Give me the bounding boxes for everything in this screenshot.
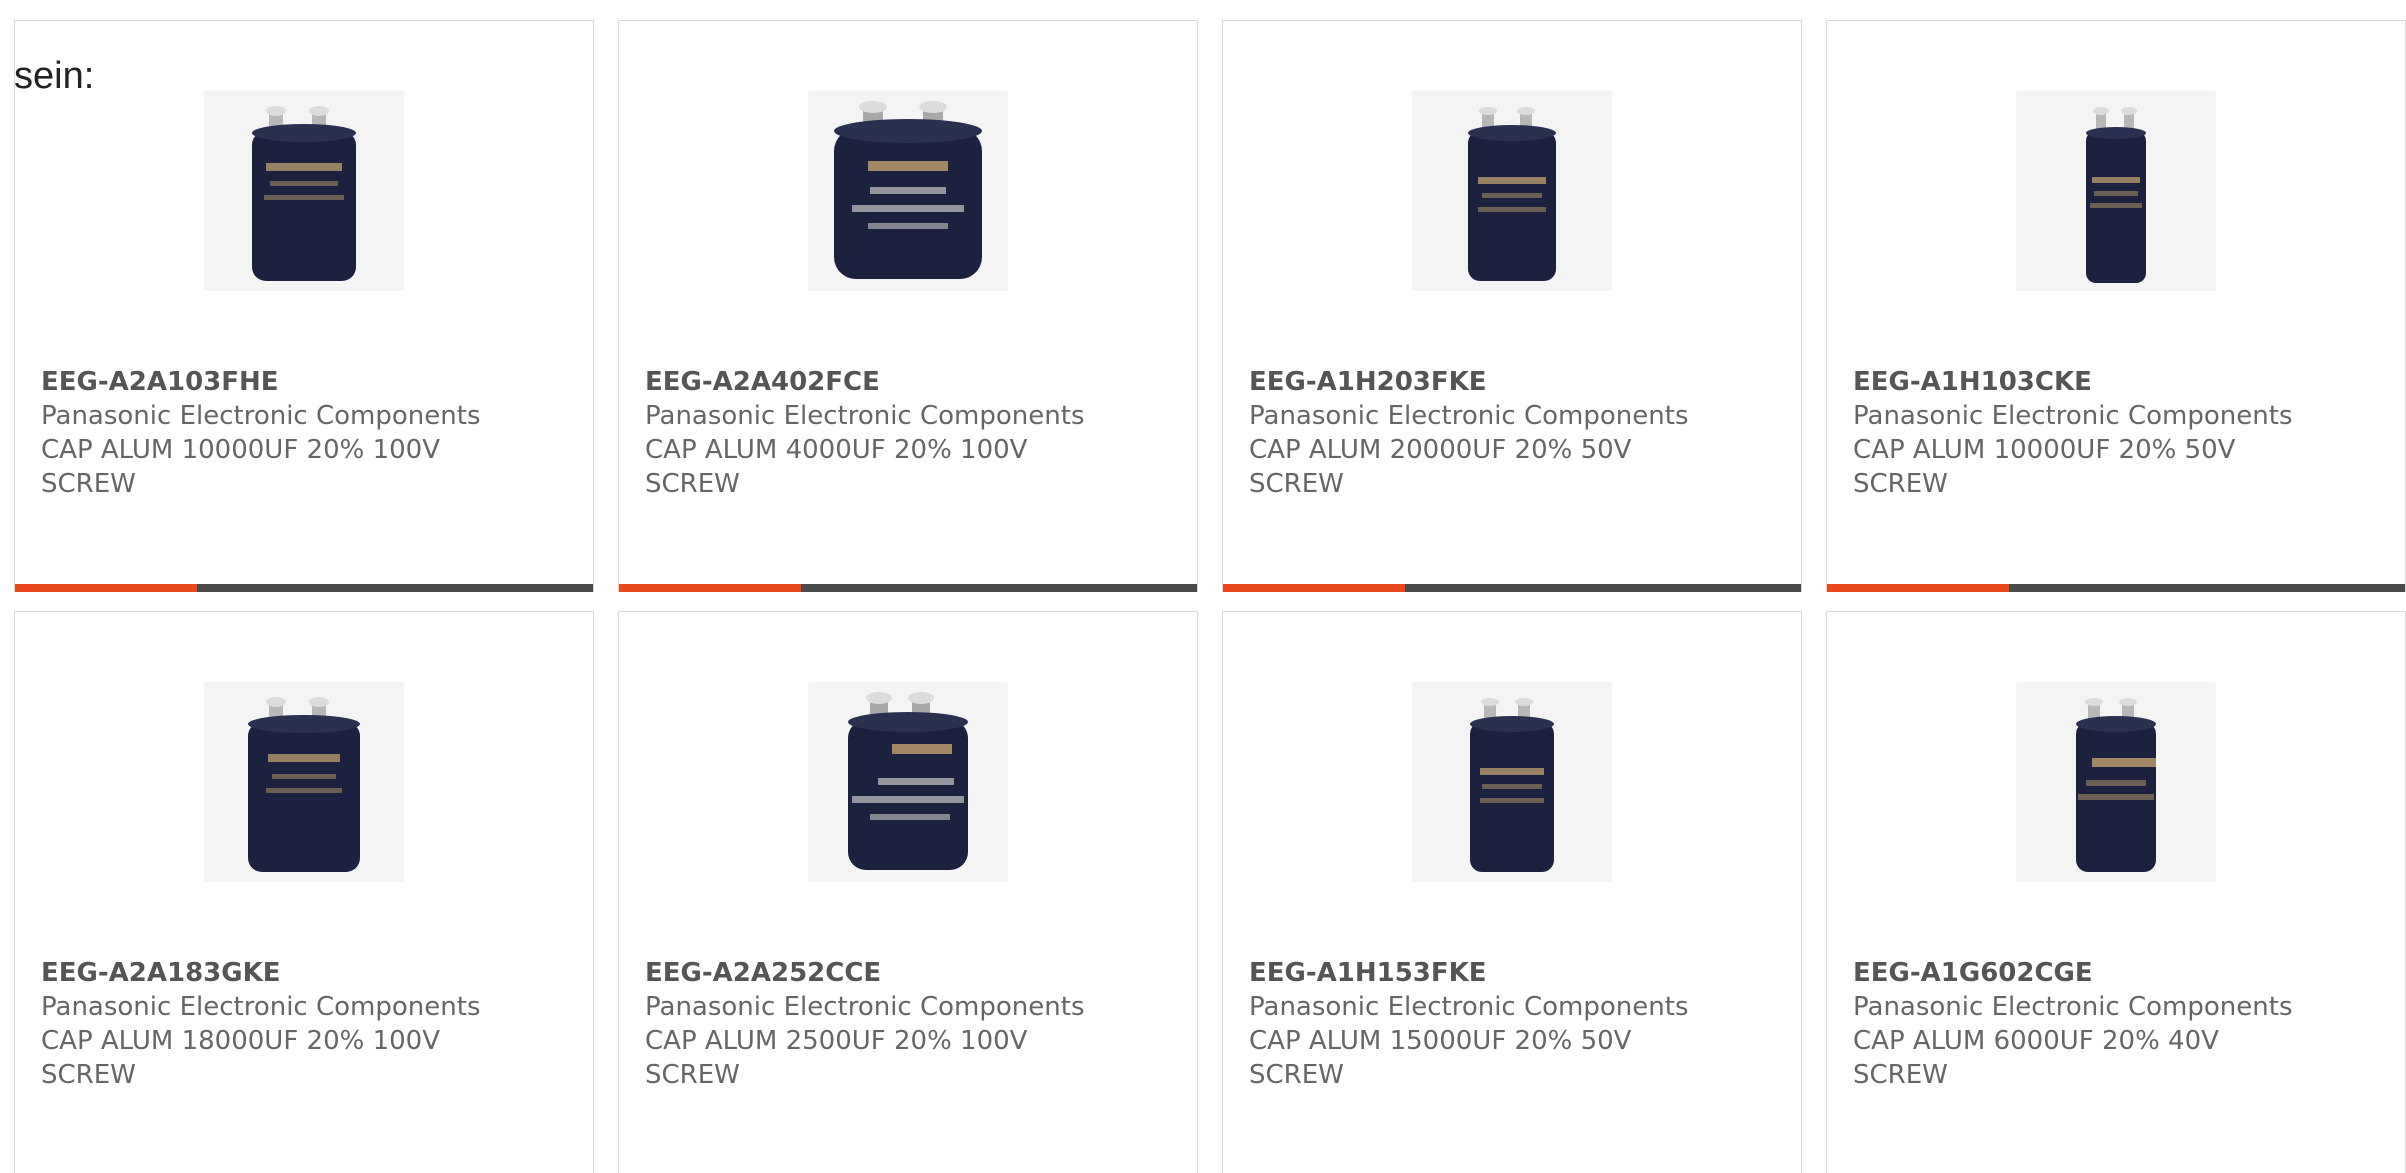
card-bottom-bar	[1223, 584, 1801, 592]
manufacturer: Panasonic Electronic Components	[645, 992, 1085, 1022]
part-number[interactable]: EEG-A2A103FHE	[41, 365, 573, 399]
product-card[interactable]: EEG-A1G602CGE Panasonic Electronic Compo…	[1826, 611, 2406, 1173]
capacitor-image[interactable]	[204, 91, 404, 291]
product-card[interactable]: EEG-A2A183GKE Panasonic Electronic Compo…	[14, 611, 594, 1173]
description: CAP ALUM 4000UF 20% 100V SCREW	[645, 435, 1028, 499]
product-card[interactable]: EEG-A2A252CCE Panasonic Electronic Compo…	[618, 611, 1198, 1173]
product-card[interactable]: EEG-A1H153FKE Panasonic Electronic Compo…	[1222, 611, 1802, 1173]
manufacturer: Panasonic Electronic Components	[1249, 401, 1689, 431]
product-info: EEG-A2A183GKE Panasonic Electronic Compo…	[41, 956, 573, 1092]
manufacturer: Panasonic Electronic Components	[1249, 992, 1689, 1022]
part-number[interactable]: EEG-A2A402FCE	[645, 365, 1177, 399]
description: CAP ALUM 6000UF 20% 40V SCREW	[1853, 1026, 2219, 1090]
card-accent	[1827, 584, 2009, 592]
capacitor-image[interactable]	[808, 91, 1008, 291]
description: CAP ALUM 10000UF 20% 50V SCREW	[1853, 435, 2236, 499]
capacitor-icon	[1468, 107, 1556, 281]
card-bottom-bar	[1827, 584, 2405, 592]
part-number[interactable]: EEG-A1G602CGE	[1853, 956, 2385, 990]
part-number[interactable]: EEG-A1H103CKE	[1853, 365, 2385, 399]
product-info: EEG-A1H153FKE Panasonic Electronic Compo…	[1249, 956, 1781, 1092]
part-number[interactable]: EEG-A2A252CCE	[645, 956, 1177, 990]
capacitor-image[interactable]	[1412, 682, 1612, 882]
product-card[interactable]: EEG-A1H103CKE Panasonic Electronic Compo…	[1826, 20, 2406, 592]
capacitor-icon	[248, 697, 360, 872]
card-accent	[15, 584, 197, 592]
product-card[interactable]: EEG-A1H203FKE Panasonic Electronic Compo…	[1222, 20, 1802, 592]
capacitor-icon	[2076, 698, 2156, 872]
product-info: EEG-A2A402FCE Panasonic Electronic Compo…	[645, 365, 1177, 501]
product-info: EEG-A1G602CGE Panasonic Electronic Compo…	[1853, 956, 2385, 1092]
description: CAP ALUM 2500UF 20% 100V SCREW	[645, 1026, 1028, 1090]
manufacturer: Panasonic Electronic Components	[41, 401, 481, 431]
manufacturer: Panasonic Electronic Components	[1853, 992, 2293, 1022]
capacitor-image[interactable]	[808, 682, 1008, 882]
card-accent	[1223, 584, 1405, 592]
product-info: EEG-A1H203FKE Panasonic Electronic Compo…	[1249, 365, 1781, 501]
capacitor-icon	[848, 692, 968, 870]
capacitor-icon	[1470, 698, 1554, 872]
card-bottom-bar	[15, 584, 593, 592]
capacitor-icon	[2086, 107, 2146, 283]
part-number[interactable]: EEG-A1H203FKE	[1249, 365, 1781, 399]
product-card[interactable]: EEG-A2A402FCE Panasonic Electronic Compo…	[618, 20, 1198, 592]
capacitor-image[interactable]	[2016, 91, 2216, 291]
manufacturer: Panasonic Electronic Components	[41, 992, 481, 1022]
description: CAP ALUM 10000UF 20% 100V SCREW	[41, 435, 441, 499]
capacitor-image[interactable]	[2016, 682, 2216, 882]
part-number[interactable]: EEG-A2A183GKE	[41, 956, 573, 990]
part-number[interactable]: EEG-A1H153FKE	[1249, 956, 1781, 990]
manufacturer: Panasonic Electronic Components	[645, 401, 1085, 431]
capacitor-icon	[834, 101, 982, 279]
product-card[interactable]: EEG-A2A103FHE Panasonic Electronic Compo…	[14, 20, 594, 592]
manufacturer: Panasonic Electronic Components	[1853, 401, 2293, 431]
product-info: EEG-A2A252CCE Panasonic Electronic Compo…	[645, 956, 1177, 1092]
product-info: EEG-A1H103CKE Panasonic Electronic Compo…	[1853, 365, 2385, 501]
description: CAP ALUM 18000UF 20% 100V SCREW	[41, 1026, 441, 1090]
description: CAP ALUM 20000UF 20% 50V SCREW	[1249, 435, 1632, 499]
product-grid-page: sein: EEG-A2A103FHE Panasonic Electronic…	[0, 0, 2406, 1173]
card-bottom-bar	[619, 584, 1197, 592]
product-info: EEG-A2A103FHE Panasonic Electronic Compo…	[41, 365, 573, 501]
page-heading: sein:	[14, 55, 95, 97]
card-accent	[619, 584, 801, 592]
description: CAP ALUM 15000UF 20% 50V SCREW	[1249, 1026, 1632, 1090]
capacitor-image[interactable]	[1412, 91, 1612, 291]
capacitor-image[interactable]	[204, 682, 404, 882]
capacitor-icon	[252, 106, 356, 281]
